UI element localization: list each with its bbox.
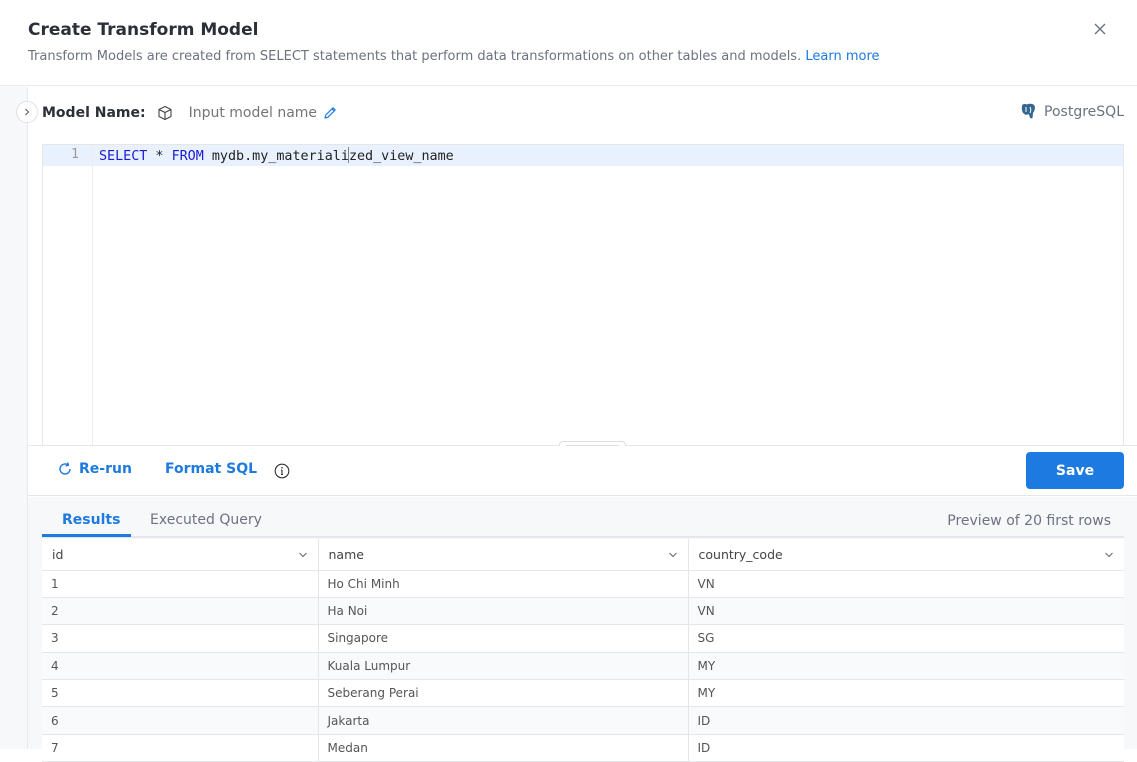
sql-keyword-select: SELECT bbox=[99, 149, 148, 164]
column-header-label: country_code bbox=[698, 546, 783, 562]
table-cell-id: 4 bbox=[42, 652, 319, 681]
table-cell-name: Jakarta bbox=[318, 706, 689, 735]
left-rail bbox=[0, 87, 28, 749]
rerun-button[interactable]: Re-run bbox=[57, 461, 132, 477]
info-icon[interactable] bbox=[274, 463, 290, 479]
table-row[interactable]: 4 Kuala Lumpur MY bbox=[42, 652, 1124, 681]
table-row[interactable]: 6 Jakarta ID bbox=[42, 706, 1124, 735]
table-cell-country-code: ID bbox=[688, 734, 1124, 762]
results-table: id name country_code 1 Ho Chi Minh VN 2 Ha N… bbox=[42, 539, 1124, 762]
table-row[interactable]: 5 Seberang Perai MY bbox=[42, 679, 1124, 708]
tab-results[interactable]: Results bbox=[62, 512, 120, 528]
chevron-down-icon[interactable] bbox=[668, 550, 678, 560]
table-cell-id: 5 bbox=[42, 679, 319, 708]
column-header-label: name bbox=[328, 546, 364, 562]
table-cell-id: 7 bbox=[42, 734, 319, 762]
preview-info: Preview of 20 first rows bbox=[947, 513, 1111, 529]
sql-star: * bbox=[147, 149, 172, 164]
database-type-label: PostgreSQL bbox=[1044, 103, 1124, 120]
learn-more-link[interactable]: Learn more bbox=[805, 49, 879, 64]
cube-icon bbox=[158, 105, 172, 121]
table-cell-country-code: ID bbox=[688, 706, 1124, 735]
format-sql-button[interactable]: Format SQL bbox=[165, 461, 257, 477]
editor-gutter: 1 bbox=[43, 145, 93, 446]
table-cell-name: Seberang Perai bbox=[318, 679, 689, 708]
table-cell-id: 3 bbox=[42, 624, 319, 653]
editor-toolbar: Re-run Format SQL Save bbox=[28, 446, 1137, 496]
results-table-body: 1 Ho Chi Minh VN 2 Ha Noi VN 3 Singapore SG 4 Kual… bbox=[42, 570, 1124, 762]
table-cell-name: Medan bbox=[318, 734, 689, 762]
sql-keyword-from: FROM bbox=[171, 149, 204, 164]
results-tabs: Results Executed Query Preview of 20 fir… bbox=[42, 497, 1124, 538]
table-row[interactable]: 3 Singapore SG bbox=[42, 624, 1124, 653]
pencil-icon[interactable] bbox=[322, 105, 338, 121]
table-cell-name: Ha Noi bbox=[318, 597, 689, 626]
column-header-country-code[interactable]: country_code bbox=[688, 539, 1124, 571]
chevron-right-icon bbox=[25, 108, 30, 116]
model-name-row: Model Name: bbox=[42, 102, 338, 124]
table-cell-id: 2 bbox=[42, 597, 319, 626]
table-cell-country-code: VN bbox=[688, 570, 1124, 598]
subtitle-text: Transform Models are created from SELECT… bbox=[28, 49, 802, 64]
table-row[interactable]: 7 Medan ID bbox=[42, 734, 1124, 762]
table-cell-name: Kuala Lumpur bbox=[318, 652, 689, 681]
sql-code-text-rest: zed_view_name bbox=[348, 149, 454, 164]
expand-panel-button[interactable] bbox=[16, 101, 38, 123]
table-row[interactable]: 2 Ha Noi VN bbox=[42, 597, 1124, 626]
table-cell-country-code: MY bbox=[688, 652, 1124, 681]
tab-executed-query[interactable]: Executed Query bbox=[150, 512, 262, 528]
table-cell-id: 6 bbox=[42, 706, 319, 735]
modal-header: Create Transform Model Transform Models … bbox=[0, 0, 1137, 86]
model-name-label: Model Name: bbox=[42, 105, 146, 121]
modal-title: Create Transform Model bbox=[28, 20, 259, 40]
refresh-icon bbox=[59, 462, 71, 475]
column-header-id[interactable]: id bbox=[42, 539, 319, 571]
table-cell-country-code: MY bbox=[688, 679, 1124, 708]
table-cell-country-code: VN bbox=[688, 597, 1124, 626]
table-cell-country-code: SG bbox=[688, 624, 1124, 653]
modal-subtitle: Transform Models are created from SELECT… bbox=[28, 49, 880, 64]
table-cell-id: 1 bbox=[42, 570, 319, 598]
line-number: 1 bbox=[71, 147, 79, 162]
close-button[interactable] bbox=[1090, 19, 1110, 39]
column-header-label: id bbox=[52, 546, 64, 562]
table-row[interactable]: 1 Ho Chi Minh VN bbox=[42, 570, 1124, 598]
close-icon bbox=[1094, 23, 1106, 35]
active-tab-indicator bbox=[42, 534, 131, 537]
results-panel: Results Executed Query Preview of 20 fir… bbox=[28, 497, 1137, 762]
sql-editor[interactable]: 1 SELECT * FROM mydb.my_materialized_vie… bbox=[42, 144, 1124, 446]
table-cell-name: Ho Chi Minh bbox=[318, 570, 689, 598]
table-cell-name: Singapore bbox=[318, 624, 689, 653]
column-header-name[interactable]: name bbox=[318, 539, 689, 571]
code-line[interactable]: SELECT * FROM mydb.my_materialized_view_… bbox=[99, 147, 454, 164]
postgresql-icon bbox=[1021, 103, 1036, 119]
save-button[interactable]: Save bbox=[1026, 452, 1124, 489]
table-header-row: id name country_code bbox=[42, 539, 1124, 571]
chevron-down-icon[interactable] bbox=[1104, 550, 1114, 560]
database-type: PostgreSQL bbox=[1019, 103, 1124, 120]
rerun-label: Re-run bbox=[79, 461, 132, 477]
chevron-down-icon[interactable] bbox=[298, 550, 308, 560]
sql-code-text: mydb.my_materiali bbox=[203, 149, 349, 164]
model-name-input[interactable] bbox=[188, 105, 319, 121]
